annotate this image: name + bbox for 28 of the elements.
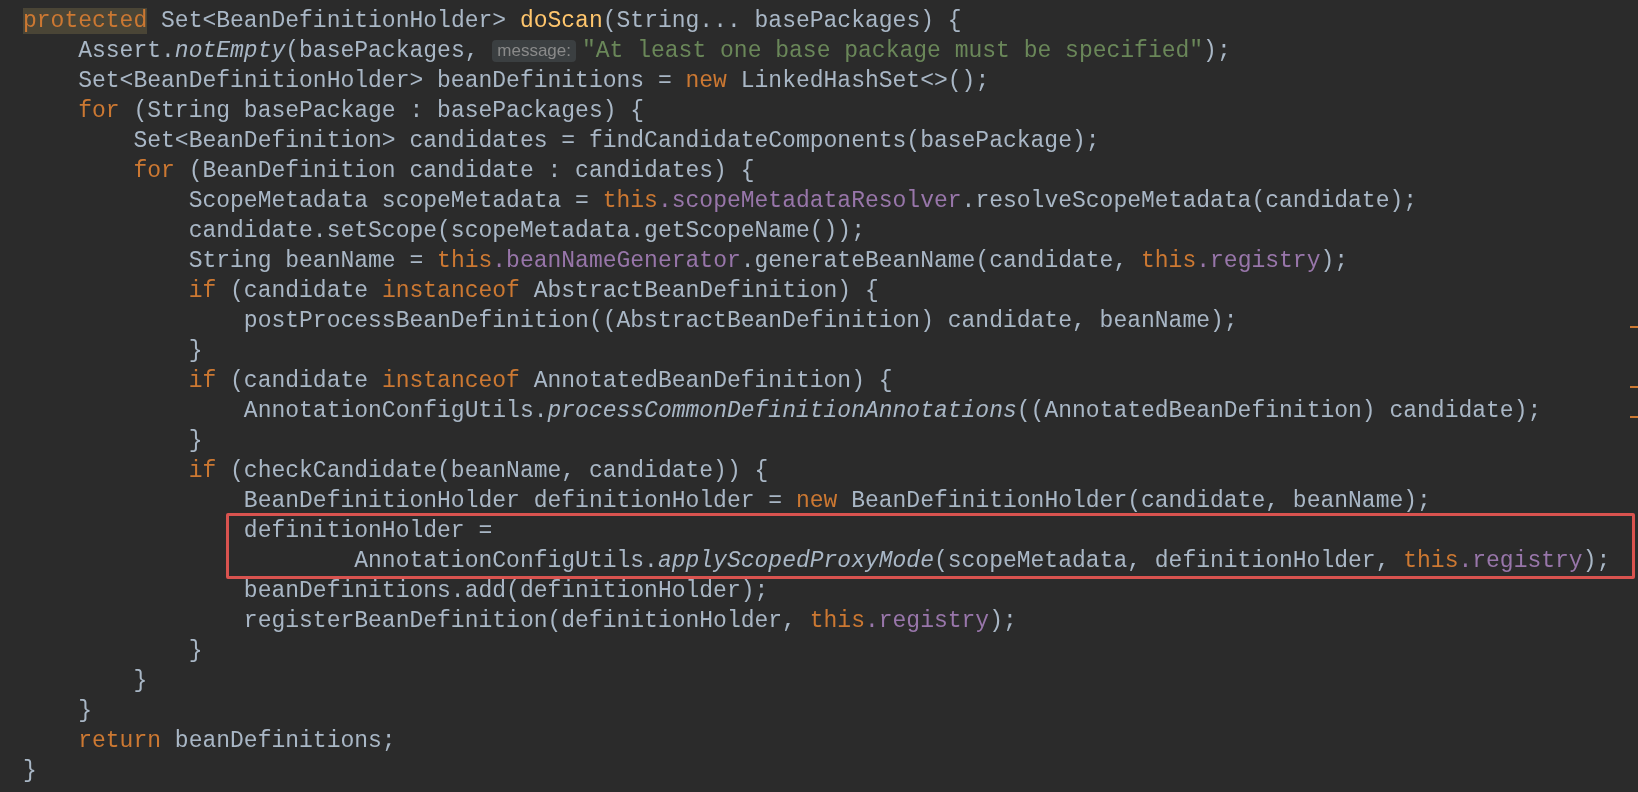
code-line: } xyxy=(77,697,92,726)
inlay-hint: message: xyxy=(492,40,576,62)
code-line: Set<BeanDefinition> candidates = findCandidateComponents(basePackage); xyxy=(132,127,1100,156)
code-line: protected Set<BeanDefinitionHolder> doScan(String... basePackages) { xyxy=(23,7,962,36)
code-line: String beanName = this.beanNameGenerator.generateBeanName(candidate, this.registry); xyxy=(187,247,1349,276)
code-line: definitionHolder = xyxy=(242,517,493,546)
code-line: registerBeanDefinition(definitionHolder, this.registry); xyxy=(242,607,1017,636)
code-line: } xyxy=(187,427,203,456)
code-line: BeanDefinitionHolder definitionHolder = new BeanDefinitionHolder(candidate, beanName); xyxy=(242,487,1431,516)
code-line: AnnotationConfigUtils.processCommonDefinitionAnnotations((AnnotatedBeanDefinition) candidate); xyxy=(242,397,1542,426)
code-line: AnnotationConfigUtils.applyScopedProxyMode(scopeMetadata, definitionHolder, this.registry); xyxy=(353,547,1611,576)
code-line: } xyxy=(23,757,37,786)
code-line: for (BeanDefinition candidate : candidates) { xyxy=(132,157,755,186)
code-line: if (checkCandidate(beanName, candidate)) { xyxy=(187,457,769,486)
code-line: Assert.notEmpty(basePackages, xyxy=(77,37,480,66)
code-line: if (candidate instanceof AbstractBeanDefinition) { xyxy=(187,277,879,306)
code-line: } xyxy=(132,667,148,696)
code-line: beanDefinitions.add(definitionHolder); xyxy=(242,577,769,606)
code-line: } xyxy=(187,637,203,666)
code-line: ScopeMetadata scopeMetadata = this.scopeMetadataResolver.resolveScopeMetadata(candidate); xyxy=(187,187,1418,216)
code-line: postProcessBeanDefinition((AbstractBeanDefinition) candidate, beanName); xyxy=(242,307,1238,336)
code-line: } xyxy=(187,337,203,366)
code-line: return beanDefinitions; xyxy=(77,727,396,756)
code-line: if (candidate instanceof AnnotatedBeanDefinition) { xyxy=(187,367,893,396)
code-line: for (String basePackage : basePackages) { xyxy=(77,97,645,126)
code-line: Set<BeanDefinitionHolder> beanDefinitions = new LinkedHashSet<>(); xyxy=(77,67,990,96)
code-line: candidate.setScope(scopeMetadata.getScopeName()); xyxy=(187,217,865,246)
code-line: "At least one base package must be specified"); xyxy=(582,37,1231,66)
